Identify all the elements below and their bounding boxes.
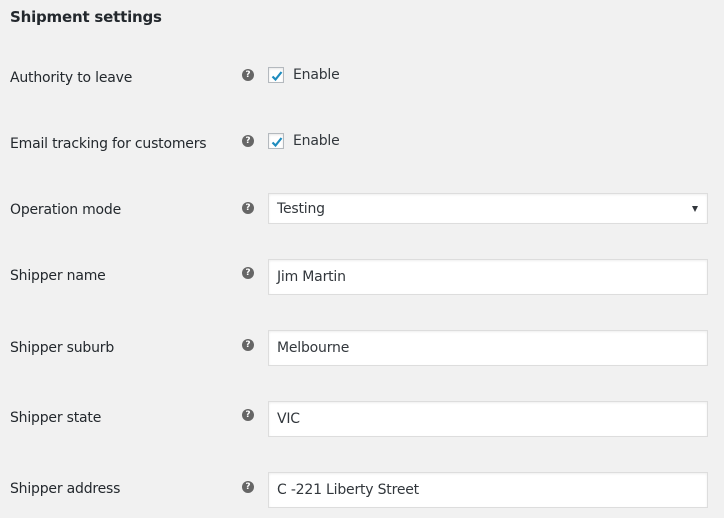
help-icon[interactable]: ? bbox=[242, 481, 254, 493]
shipper-name-label: Shipper name bbox=[10, 268, 106, 284]
shipper-suburb-input[interactable]: Melbourne bbox=[268, 330, 708, 366]
email-tracking-label: Email tracking for customers bbox=[10, 136, 207, 152]
help-icon[interactable]: ? bbox=[242, 202, 254, 214]
shipper-state-input[interactable]: VIC bbox=[268, 401, 708, 437]
help-icon[interactable]: ? bbox=[242, 339, 254, 351]
dropdown-arrow-icon bbox=[692, 205, 698, 212]
shipper-state-label: Shipper state bbox=[10, 410, 102, 426]
email-tracking-enable-label[interactable]: Enable bbox=[293, 133, 340, 149]
operation-mode-select[interactable]: Testing bbox=[268, 193, 708, 224]
checkmark-icon bbox=[271, 71, 283, 82]
authority-to-leave-enable-label[interactable]: Enable bbox=[293, 67, 340, 83]
shipper-suburb-label: Shipper suburb bbox=[10, 340, 115, 356]
operation-mode-selected-value: Testing bbox=[277, 201, 325, 217]
operation-mode-label: Operation mode bbox=[10, 202, 122, 218]
help-icon[interactable]: ? bbox=[242, 135, 254, 147]
checkmark-icon bbox=[271, 137, 283, 148]
help-icon[interactable]: ? bbox=[242, 267, 254, 279]
shipper-address-label: Shipper address bbox=[10, 481, 121, 497]
help-icon[interactable]: ? bbox=[242, 409, 254, 421]
authority-to-leave-checkbox[interactable] bbox=[268, 67, 284, 83]
shipper-address-input[interactable]: C -221 Liberty Street bbox=[268, 472, 708, 508]
authority-to-leave-label: Authority to leave bbox=[10, 70, 133, 86]
shipper-name-input[interactable]: Jim Martin bbox=[268, 259, 708, 295]
email-tracking-checkbox[interactable] bbox=[268, 133, 284, 149]
help-icon[interactable]: ? bbox=[242, 69, 254, 81]
section-title: Shipment settings bbox=[10, 8, 162, 26]
